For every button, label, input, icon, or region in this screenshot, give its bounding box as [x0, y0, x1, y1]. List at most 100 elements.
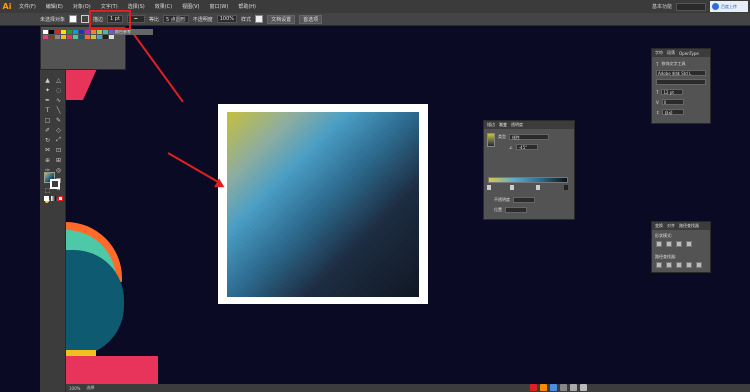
swatch-chip[interactable] [49, 30, 54, 34]
font-style-select[interactable] [656, 79, 706, 85]
gradient-mode-icon[interactable] [51, 196, 56, 201]
tab-gradient[interactable]: 渐变 [499, 122, 507, 128]
perspective-tool-icon[interactable]: ⊞ [54, 156, 63, 164]
stroke-swatch[interactable] [81, 15, 90, 23]
swatch-chip[interactable] [79, 30, 84, 34]
type-tool-icon[interactable]: T [43, 106, 52, 114]
tray-app-icon[interactable] [540, 383, 547, 391]
swatch-chip[interactable] [103, 30, 108, 34]
tab-paragraph[interactable]: 段落 [667, 50, 675, 56]
gradient-stop-black[interactable] [564, 185, 568, 190]
swatch-chip[interactable] [85, 35, 90, 39]
eraser-tool-icon[interactable]: ◇ [54, 126, 63, 134]
leading-field[interactable]: 自动 [662, 109, 685, 115]
none-mode-icon[interactable] [58, 196, 63, 201]
zoom-level[interactable]: 100% [69, 386, 80, 391]
gradient-stop-teal[interactable] [536, 185, 540, 190]
swatch-chip[interactable] [49, 35, 54, 39]
shaper-tool-icon[interactable]: ✐ [43, 126, 52, 134]
outline-icon[interactable] [696, 262, 702, 268]
tab-stroke[interactable]: 描边 [487, 122, 495, 128]
keyboard-icon[interactable] [570, 383, 577, 391]
magic-wand-tool-icon[interactable]: ✦ [43, 86, 52, 94]
swatch-chip[interactable] [79, 35, 84, 39]
crop-icon[interactable] [686, 262, 692, 268]
swatch-chip[interactable] [55, 30, 60, 34]
gradient-preview-swatch[interactable] [487, 133, 495, 147]
tray-app-icon[interactable] [550, 383, 557, 391]
tab-character[interactable]: 字符 [655, 50, 663, 56]
free-transform-tool-icon[interactable]: ⊡ [54, 146, 63, 154]
menu-type[interactable]: 文字(T) [96, 3, 123, 10]
menu-view[interactable]: 视图(V) [177, 3, 204, 10]
stroke-color-icon[interactable] [50, 179, 60, 189]
paintbrush-tool-icon[interactable]: ✎ [54, 116, 63, 124]
gradient-stop-yellow[interactable] [487, 185, 491, 190]
swatch-chip[interactable] [73, 35, 78, 39]
tracking-field[interactable]: 0 [661, 99, 684, 105]
brush-field[interactable]: 5 点圆形 [162, 15, 189, 23]
fill-swatch[interactable] [69, 15, 78, 23]
selection-tool-icon[interactable]: ▲ [43, 76, 52, 84]
preferences-button[interactable]: 首选项 [299, 14, 323, 24]
merge-icon[interactable] [676, 262, 682, 268]
divide-icon[interactable] [656, 262, 662, 268]
exclude-icon[interactable] [686, 241, 692, 247]
swatch-chip[interactable] [97, 30, 102, 34]
microphone-icon[interactable] [560, 383, 567, 391]
style-swatch[interactable] [255, 15, 264, 23]
swatch-chip[interactable] [109, 35, 114, 39]
menu-object[interactable]: 对象(O) [68, 3, 96, 10]
document-setup-button[interactable]: 文档设置 [267, 14, 296, 24]
unite-icon[interactable] [656, 241, 662, 247]
rectangle-tool-icon[interactable]: □ [43, 116, 52, 124]
intersect-icon[interactable] [676, 241, 682, 247]
scale-tool-icon[interactable]: ⤢ [54, 136, 63, 144]
tab-pathfinder[interactable]: 路径查找器 [679, 223, 699, 229]
opacity-field[interactable]: 100% [216, 15, 238, 23]
pen-tool-icon[interactable]: ✒ [43, 96, 52, 104]
gradient-angle-field[interactable]: -45° [515, 144, 538, 150]
gradient-type-select[interactable]: 线性 [509, 134, 549, 140]
menu-file[interactable]: 文件(F) [14, 3, 41, 10]
tab-opentype[interactable]: OpenType [679, 51, 699, 56]
search-input[interactable] [676, 2, 706, 11]
font-size-field[interactable]: 12 pt [661, 89, 684, 95]
swatch-chip[interactable] [85, 30, 90, 34]
gradient-position-field[interactable] [505, 207, 527, 213]
gradient-opacity-field[interactable] [513, 197, 535, 203]
blend-tool-icon[interactable]: ◎ [54, 166, 63, 174]
menu-window[interactable]: 窗口(W) [204, 3, 233, 10]
tab-transparency[interactable]: 透明度 [511, 122, 523, 128]
swatch-chip[interactable] [91, 35, 96, 39]
gradient-square[interactable] [227, 112, 419, 297]
swatch-chip[interactable] [67, 30, 72, 34]
gradient-stop-blue[interactable] [510, 185, 514, 190]
touch-type-row[interactable]: T 修饰文字工具 [656, 61, 685, 67]
swatch-chip[interactable] [61, 35, 66, 39]
sogou-ime-icon[interactable] [530, 383, 537, 391]
swatch-chip[interactable] [43, 35, 48, 39]
swatch-chip[interactable] [43, 30, 48, 34]
tab-transform[interactable]: 变换 [655, 223, 663, 229]
menu-edit[interactable]: 编辑(E) [41, 3, 68, 10]
menu-select[interactable]: 选择(S) [123, 3, 150, 10]
swatch-chip[interactable] [91, 30, 96, 34]
minus-front-icon[interactable] [666, 241, 672, 247]
direct-selection-tool-icon[interactable]: △ [54, 76, 63, 84]
workspace-switcher[interactable]: 基本功能 [652, 3, 672, 10]
swatch-chip[interactable] [67, 35, 72, 39]
menu-effect[interactable]: 效果(C) [150, 3, 177, 10]
tab-align[interactable]: 对齐 [667, 223, 675, 229]
baidu-upload-button[interactable]: 百度上传 [710, 1, 748, 12]
swatch-chip[interactable] [97, 35, 102, 39]
width-tool-icon[interactable]: ⟗ [43, 146, 52, 154]
swatch-chip[interactable] [55, 35, 60, 39]
line-tool-icon[interactable]: ╲ [54, 106, 63, 114]
swatch-chip[interactable] [103, 35, 108, 39]
swatch-chip[interactable] [73, 30, 78, 34]
font-family-select[interactable]: Adobe 宋体 Std L [656, 70, 706, 76]
color-mode-icon[interactable] [44, 196, 49, 201]
tray-settings-icon[interactable] [580, 383, 587, 391]
trim-icon[interactable] [666, 262, 672, 268]
